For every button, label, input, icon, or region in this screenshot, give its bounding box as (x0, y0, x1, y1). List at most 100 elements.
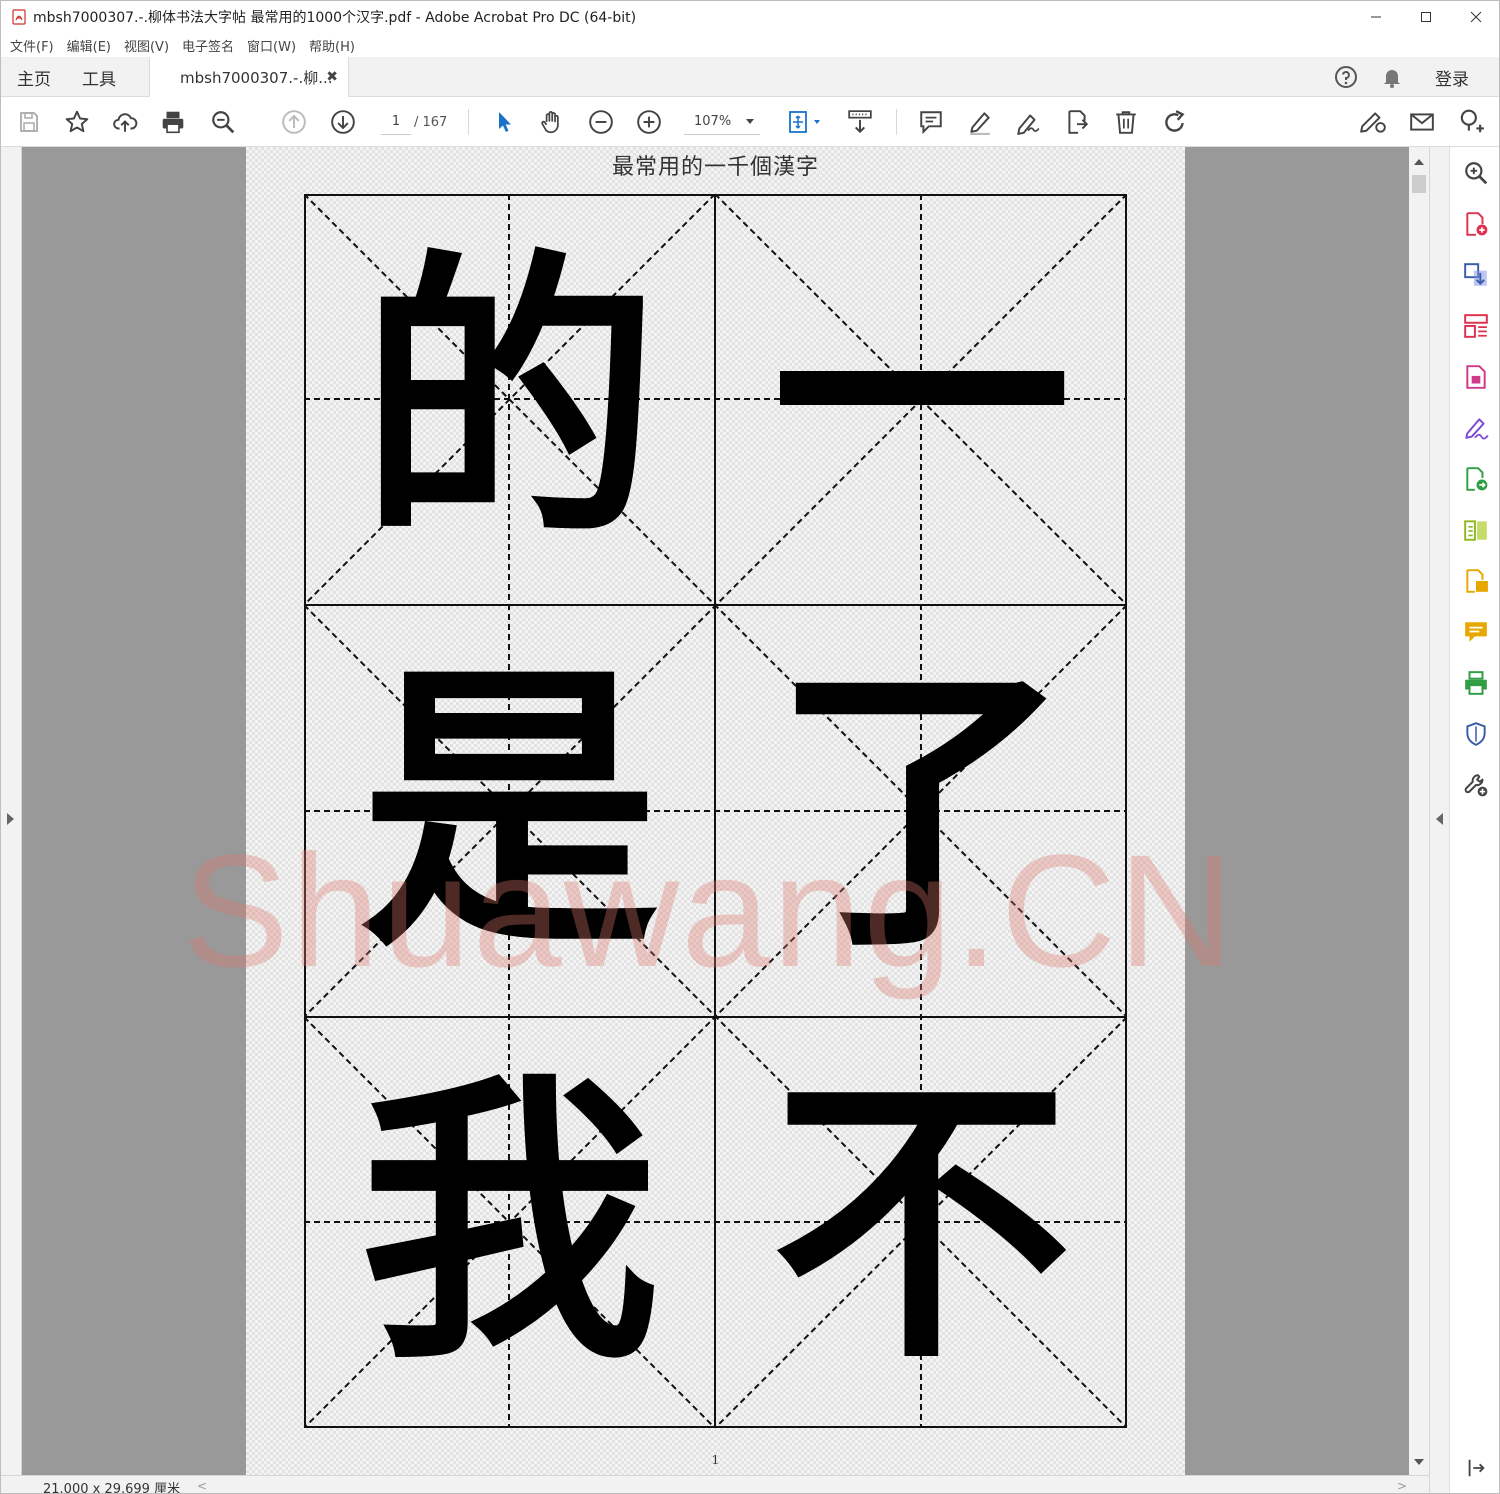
toolbar-separator (896, 109, 897, 135)
send-document-icon (1466, 467, 1488, 491)
add-user-button[interactable] (1457, 108, 1485, 136)
zoom-in-button[interactable] (635, 108, 663, 136)
menu-view[interactable]: 视图(V) (124, 36, 169, 55)
scroll-up-arrow-icon[interactable] (1414, 159, 1424, 165)
tool-create-pdf[interactable] (1462, 210, 1490, 238)
tool-export-pdf[interactable] (1462, 261, 1490, 289)
zoom-level-select[interactable]: 107% (684, 109, 760, 135)
select-tool-button[interactable] (490, 108, 518, 136)
help-icon[interactable] (1334, 65, 1358, 89)
comment-bubble-icon (1465, 622, 1487, 642)
printer-icon (162, 111, 184, 134)
export-pdf-icon (1464, 263, 1487, 286)
calligraphy-character: 不 (771, 1045, 1072, 1399)
tool-organize-pages[interactable] (1462, 312, 1490, 340)
organize-pages-icon (1464, 314, 1488, 338)
tab-home[interactable]: 主页 (17, 57, 51, 97)
previous-page-button[interactable] (280, 108, 308, 136)
bookmark-star-button[interactable] (63, 108, 91, 136)
zoom-out-button[interactable] (587, 108, 615, 136)
menu-edit[interactable]: 编辑(E) (67, 36, 111, 55)
menu-window[interactable]: 窗口(W) (247, 36, 296, 55)
tool-search-zoom[interactable] (1462, 159, 1490, 187)
vertical-scrollbar[interactable] (1409, 147, 1429, 1475)
tab-close-icon[interactable]: ✖ (326, 69, 338, 85)
trash-icon (1116, 111, 1136, 134)
save-button[interactable] (15, 108, 43, 136)
document-viewer[interactable]: 最常用的一千個漢字 的 一 是 了 我 不 1 Shuawang.CN (22, 147, 1409, 1475)
scrollbar-thumb[interactable] (1412, 175, 1426, 193)
wrench-add-icon (1464, 774, 1488, 797)
print-button[interactable] (159, 108, 187, 136)
acrobat-pdf-icon (12, 9, 26, 25)
tool-print-production[interactable] (1462, 669, 1490, 697)
create-pdf-icon (1466, 212, 1488, 236)
email-button[interactable] (1408, 108, 1436, 136)
pdf-page: 最常用的一千個漢字 的 一 是 了 我 不 1 (246, 147, 1185, 1475)
tool-share[interactable] (1462, 567, 1490, 595)
delete-button[interactable] (1112, 108, 1140, 136)
scroll-down-arrow-icon[interactable] (1414, 1459, 1424, 1465)
scroll-mode-button[interactable] (846, 108, 874, 136)
close-button[interactable] (1451, 1, 1499, 33)
pen-sign-icon (1017, 114, 1040, 135)
arrow-up-circle-icon (282, 110, 306, 134)
plus-circle-icon (637, 110, 661, 134)
tool-send-for-review[interactable] (1462, 465, 1490, 493)
fit-page-button[interactable] (785, 108, 825, 136)
save-icon (20, 112, 38, 132)
maximize-icon (1421, 12, 1431, 22)
scroll-right-arrow-icon[interactable]: > (1397, 1479, 1407, 1493)
expand-left-arrow-icon (7, 813, 14, 825)
menu-help[interactable]: 帮助(H) (309, 36, 355, 55)
login-button[interactable]: 登录 (1435, 57, 1469, 97)
cursor-arrow-icon (499, 112, 511, 132)
next-page-button[interactable] (329, 108, 357, 136)
edit-pdf-icon (1466, 365, 1486, 389)
chevron-down-icon (746, 119, 754, 124)
add-user-icon (1460, 109, 1484, 133)
signature-pen-icon (1465, 418, 1489, 440)
cloud-upload-icon (113, 113, 138, 132)
tab-document[interactable]: mbsh7000307.-.柳... ✖ (149, 57, 349, 98)
compare-files-icon (1464, 520, 1487, 541)
tab-tools[interactable]: 工具 (82, 57, 116, 97)
window-title: mbsh7000307.-.柳体书法大字帖 最常用的1000个汉字.pdf - … (33, 10, 637, 26)
notification-bell-icon[interactable] (1380, 65, 1404, 89)
tab-document-label: mbsh7000307.-.柳... (180, 69, 333, 87)
menu-file[interactable]: 文件(F) (10, 36, 54, 55)
tool-compare-files[interactable] (1462, 516, 1490, 544)
page-heading: 最常用的一千個漢字 (611, 155, 819, 180)
scroll-left-arrow-icon[interactable]: < (197, 1479, 207, 1493)
main-toolbar: 1 / 167 107% (1, 97, 1499, 147)
maximize-button[interactable] (1401, 1, 1451, 33)
share-document-button[interactable] (1063, 108, 1091, 136)
tool-edit-pdf[interactable] (1462, 363, 1490, 391)
close-icon (1470, 11, 1482, 23)
comment-button[interactable] (917, 108, 945, 136)
fit-page-icon (789, 111, 820, 133)
collapse-pane-icon (1468, 1459, 1485, 1477)
draw-signature-button[interactable] (1014, 108, 1042, 136)
page-footer-number: 1 (711, 1453, 720, 1467)
menu-esign[interactable]: 电子签名 (182, 36, 234, 55)
star-icon (65, 110, 89, 133)
zoom-level-value: 107% (694, 114, 732, 129)
rotate-button[interactable] (1161, 108, 1189, 136)
hand-tool-button[interactable] (538, 108, 566, 136)
upload-cloud-button[interactable] (111, 108, 139, 136)
left-navigation-pane-toggle[interactable] (1, 147, 22, 1475)
tool-comment[interactable] (1462, 618, 1490, 646)
highlighter-pen-icon (970, 112, 990, 135)
tool-more-tools[interactable] (1462, 771, 1490, 799)
comment-icon (920, 111, 942, 135)
highlight-button[interactable] (966, 108, 994, 136)
page-number-input[interactable]: 1 (381, 109, 411, 135)
fill-sign-button[interactable] (1359, 108, 1387, 136)
tool-fill-sign[interactable] (1462, 414, 1490, 442)
right-pane-toggle[interactable] (1429, 147, 1449, 1493)
tool-protect[interactable] (1462, 720, 1490, 748)
find-zoom-button[interactable] (209, 108, 237, 136)
minimize-button[interactable] (1351, 1, 1401, 33)
collapse-tools-pane-button[interactable] (1462, 1454, 1490, 1482)
